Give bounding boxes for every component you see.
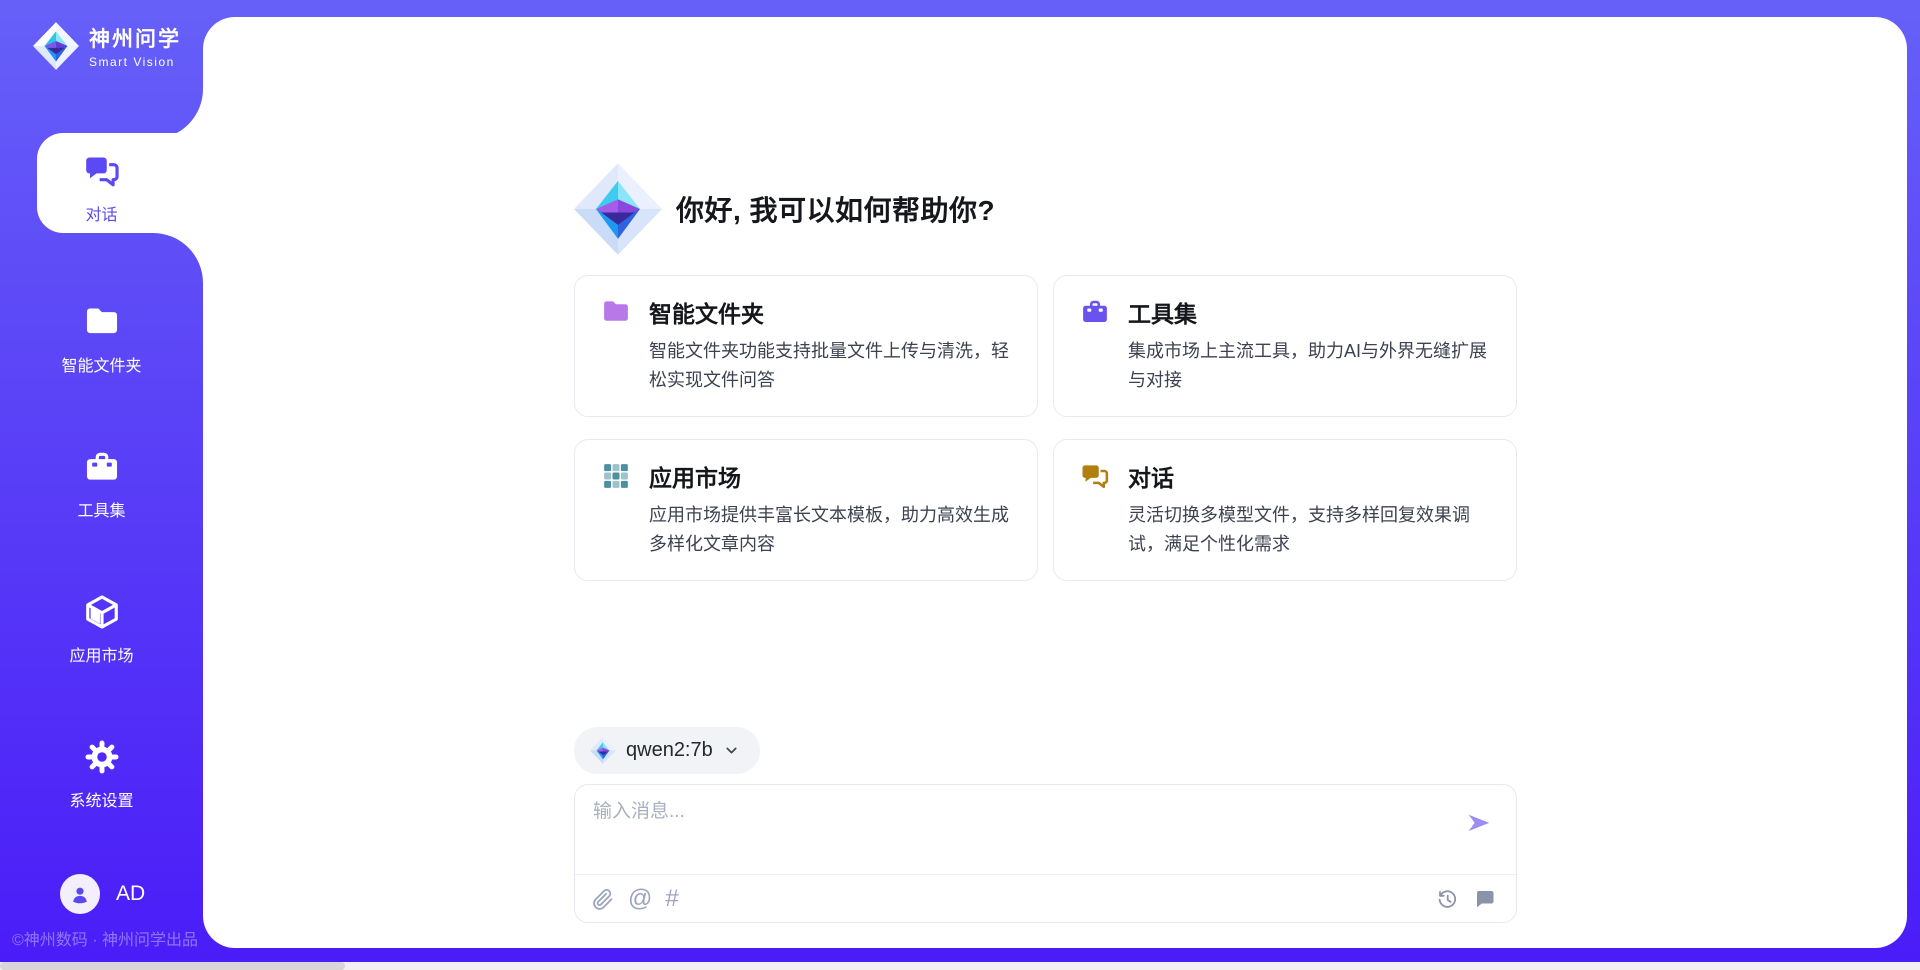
horizontal-scrollbar-thumb[interactable] (0, 962, 345, 970)
attachment-icon[interactable] (591, 887, 615, 911)
sidebar-item-label: 工具集 (0, 497, 203, 521)
model-selector[interactable]: qwen2:7b (574, 727, 760, 774)
sidebar-item-settings[interactable]: 系统设置 (0, 738, 203, 811)
sidebar-item-chat[interactable]: 对话 (0, 152, 203, 225)
sidebar-item-app-market[interactable]: 应用市场 (0, 593, 203, 666)
sidebar-item-label: 对话 (0, 201, 203, 225)
card-toolset[interactable]: 工具集 集成市场上主流工具，助力AI与外界无缝扩展与对接 (1053, 275, 1517, 417)
card-description: 集成市场上主流工具，助力AI与外界无缝扩展与对接 (1128, 337, 1490, 395)
user-initials: AD (116, 882, 145, 906)
main-canvas: 你好, 我可以如何帮助你? 智能文件夹 智能文件夹功能支持批量文件上传与清洗，轻… (203, 17, 1907, 948)
brand-logo: 神州问学 Smart Vision (33, 22, 181, 70)
user-profile[interactable]: AD (60, 874, 145, 914)
sidebar-item-label: 应用市场 (0, 642, 203, 666)
message-input[interactable] (593, 801, 1433, 823)
gear-icon (83, 738, 121, 776)
card-title: 应用市场 (649, 459, 741, 493)
hashtag-icon[interactable]: # (665, 887, 678, 911)
brand-subtitle: Smart Vision (89, 55, 181, 69)
app-root: { "brand": { "name": "神州问学", "subtitle":… (0, 0, 1920, 970)
card-description: 智能文件夹功能支持批量文件上传与清洗，轻松实现文件问答 (649, 337, 1011, 395)
sidebar-item-label: 智能文件夹 (0, 352, 203, 376)
brand-name: 神州问学 (89, 23, 181, 53)
mention-icon[interactable]: @ (628, 887, 652, 911)
sidebar-item-smart-folder[interactable]: 智能文件夹 (0, 303, 203, 376)
apps-grid-icon (601, 461, 631, 491)
model-name: qwen2:7b (626, 739, 713, 762)
history-icon[interactable] (1435, 887, 1459, 911)
composer-toolbar: @ # (575, 874, 1516, 922)
sidebar-item-toolset[interactable]: 工具集 (0, 448, 203, 521)
chat-icon (1080, 461, 1110, 491)
card-title: 工具集 (1128, 295, 1197, 329)
card-app-market[interactable]: 应用市场 应用市场提供丰富长文本模板，助力高效生成多样化文章内容 (574, 439, 1038, 581)
toolbox-icon (1080, 297, 1110, 327)
greeting-title: 你好, 我可以如何帮助你? (676, 189, 995, 229)
card-title: 智能文件夹 (649, 295, 764, 329)
message-icon[interactable] (1472, 887, 1496, 911)
card-title: 对话 (1128, 459, 1174, 493)
composer: @ # (574, 784, 1517, 923)
card-description: 应用市场提供丰富长文本模板，助力高效生成多样化文章内容 (649, 501, 1011, 559)
chat-icon (83, 152, 121, 190)
model-diamond-icon (590, 737, 616, 764)
person-icon (68, 882, 92, 906)
send-icon (1466, 811, 1492, 837)
feature-cards: 智能文件夹 智能文件夹功能支持批量文件上传与清洗，轻松实现文件问答 工具集 集成… (574, 275, 1517, 581)
send-button[interactable] (1466, 811, 1492, 837)
card-chat[interactable]: 对话 灵活切换多模型文件，支持多样回复效果调试，满足个性化需求 (1053, 439, 1517, 581)
cube-icon (83, 593, 121, 631)
sidebar-item-label: 系统设置 (0, 787, 203, 811)
folder-icon (83, 303, 121, 341)
avatar (60, 874, 100, 914)
copyright-text: ©神州数码 · 神州问学出品 (12, 926, 198, 950)
card-description: 灵活切换多模型文件，支持多样回复效果调试，满足个性化需求 (1128, 501, 1490, 559)
main-content: 你好, 我可以如何帮助你? 智能文件夹 智能文件夹功能支持批量文件上传与清洗，轻… (574, 17, 1517, 923)
brand-diamond-icon (33, 22, 79, 70)
toolbox-icon (83, 448, 121, 486)
greeting: 你好, 我可以如何帮助你? (574, 163, 1517, 255)
folder-icon (601, 297, 631, 327)
card-smart-folder[interactable]: 智能文件夹 智能文件夹功能支持批量文件上传与清洗，轻松实现文件问答 (574, 275, 1038, 417)
assistant-diamond-icon (574, 163, 662, 255)
sidebar: 神州问学 Smart Vision 对话 智能文件夹 工具集 (0, 0, 203, 970)
horizontal-scrollbar[interactable] (0, 962, 1920, 970)
chevron-down-icon (723, 742, 740, 759)
